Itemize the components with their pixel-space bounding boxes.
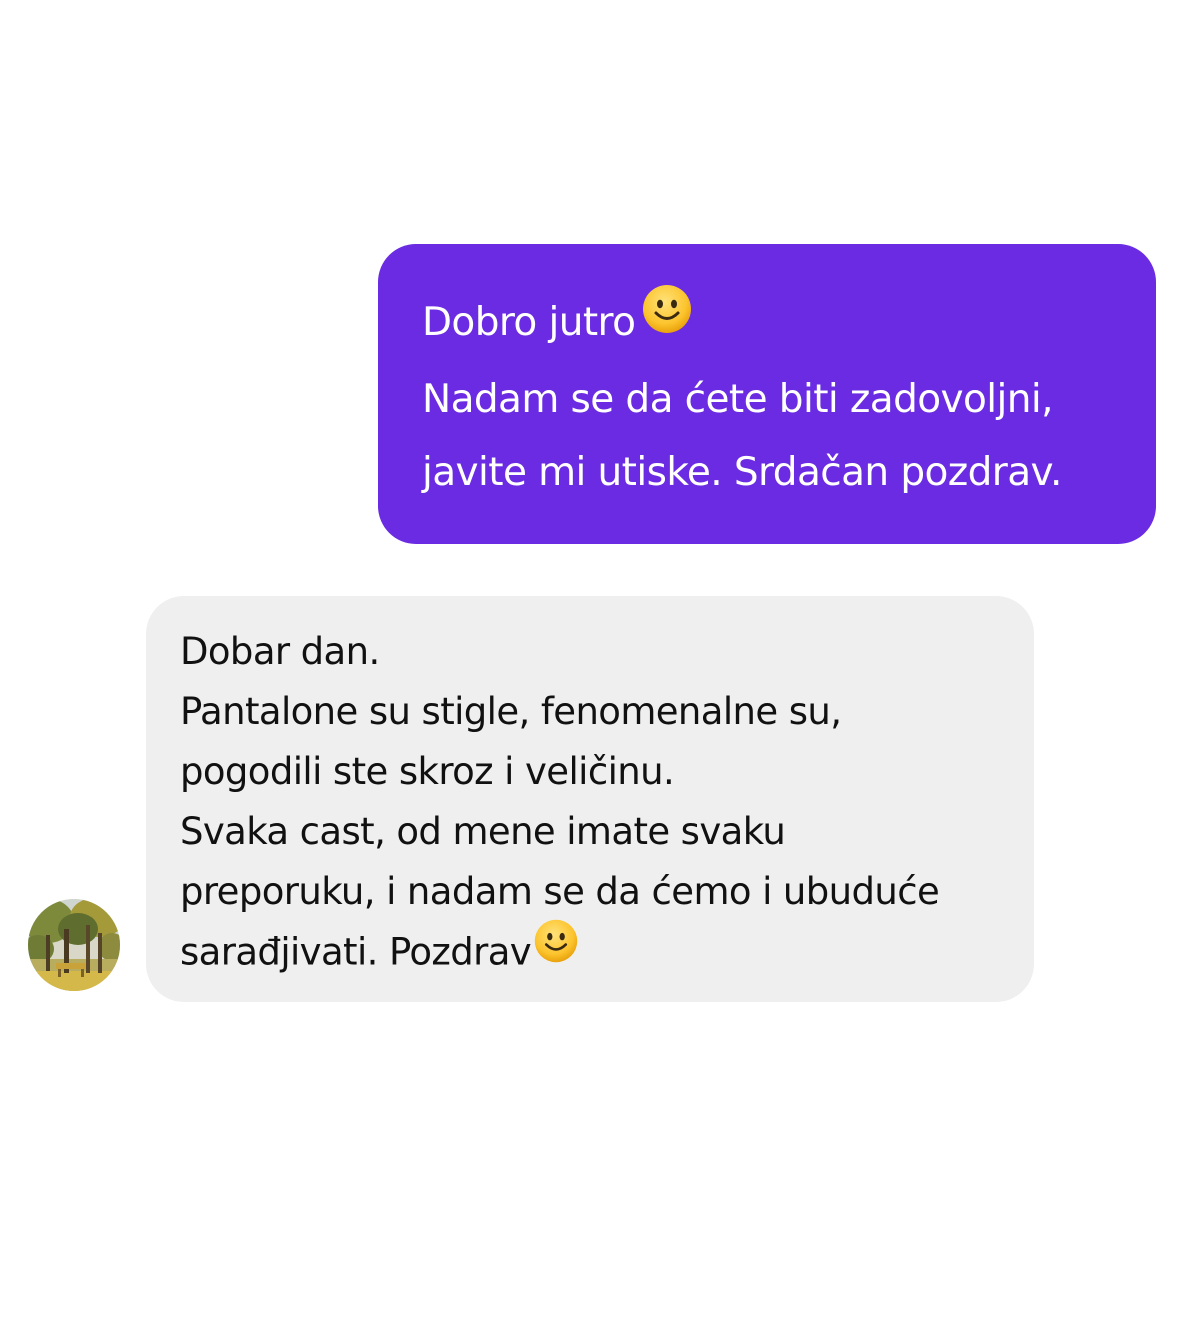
avatar[interactable] [28, 899, 120, 991]
received-message-text: sarađjivati. Pozdrav [180, 930, 532, 974]
avatar-photo [28, 899, 120, 991]
received-message-line: pogodili ste skroz i veličinu. [180, 750, 675, 793]
received-message-line: Svaka cast, od mene imate svaku [180, 810, 786, 853]
slightly-smiling-face-icon [533, 918, 579, 982]
sent-message-bubble[interactable]: Dobro jutro Nadam se da ćete biti zadovo… [378, 244, 1156, 544]
received-message-line: preporuku, i nadam se da ćemo i ubuduće [180, 870, 940, 913]
sent-message-text: Dobro jutro [422, 300, 636, 345]
received-message-line: sarađjivati. Pozdrav [180, 919, 1014, 986]
received-message-bubble[interactable]: Dobar dan. Pantalone su stigle, fenomena… [146, 596, 1034, 1002]
sent-message-line: Nadam se da ćete biti zadovoljni, [422, 376, 1053, 422]
sent-message-line: javite mi utiske. Srdačan pozdrav. [422, 449, 1062, 495]
received-message-line: Pantalone su stigle, fenomenalne su, [180, 690, 842, 733]
received-message-line: Dobar dan. [180, 630, 380, 673]
slightly-smiling-face-icon [641, 283, 693, 359]
sent-message-line: Dobro jutro [422, 283, 1136, 363]
